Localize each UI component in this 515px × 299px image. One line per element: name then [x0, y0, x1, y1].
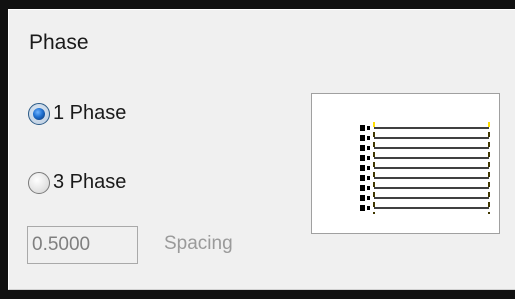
conductor-tag: [367, 126, 370, 130]
conductor-tag: [367, 196, 370, 200]
conductor-tag: [360, 155, 365, 161]
conductor-tag: [360, 205, 365, 211]
radio-1-phase-button[interactable]: [28, 102, 50, 125]
spacing-label: Spacing: [164, 233, 233, 254]
phase-group-title: Phase: [29, 31, 89, 54]
conductor-tag: [367, 206, 370, 210]
phase-preview-image: [311, 93, 500, 234]
conductor-tag: [360, 175, 365, 181]
spacing-input[interactable]: [27, 226, 138, 264]
conductor-tag: [360, 195, 365, 201]
radio-3-phase-button[interactable]: [28, 171, 50, 194]
dialog-frame: Phase 1 Phase 3 Phase Spacing: [0, 0, 515, 299]
conductor-tag: [367, 166, 370, 170]
radio-3-phase[interactable]: 3 Phase: [28, 171, 126, 194]
conductor-tag: [367, 156, 370, 160]
conductor-tag: [360, 145, 365, 151]
conductor-tag: [367, 136, 370, 140]
conductor-tag: [360, 185, 365, 191]
conductor-lines-diagram-icon: [360, 122, 490, 214]
radio-3-phase-label[interactable]: 3 Phase: [53, 171, 126, 194]
radio-selected-dot: [33, 107, 45, 120]
conductor-tag: [360, 125, 365, 131]
conductor-tag: [367, 176, 370, 180]
conductor-tag: [360, 165, 365, 171]
conductor-tag: [367, 186, 370, 190]
radio-1-phase[interactable]: 1 Phase: [28, 102, 126, 125]
radio-1-phase-label[interactable]: 1 Phase: [53, 102, 126, 125]
conductor-tag: [360, 135, 365, 141]
conductor-tag: [367, 146, 370, 150]
